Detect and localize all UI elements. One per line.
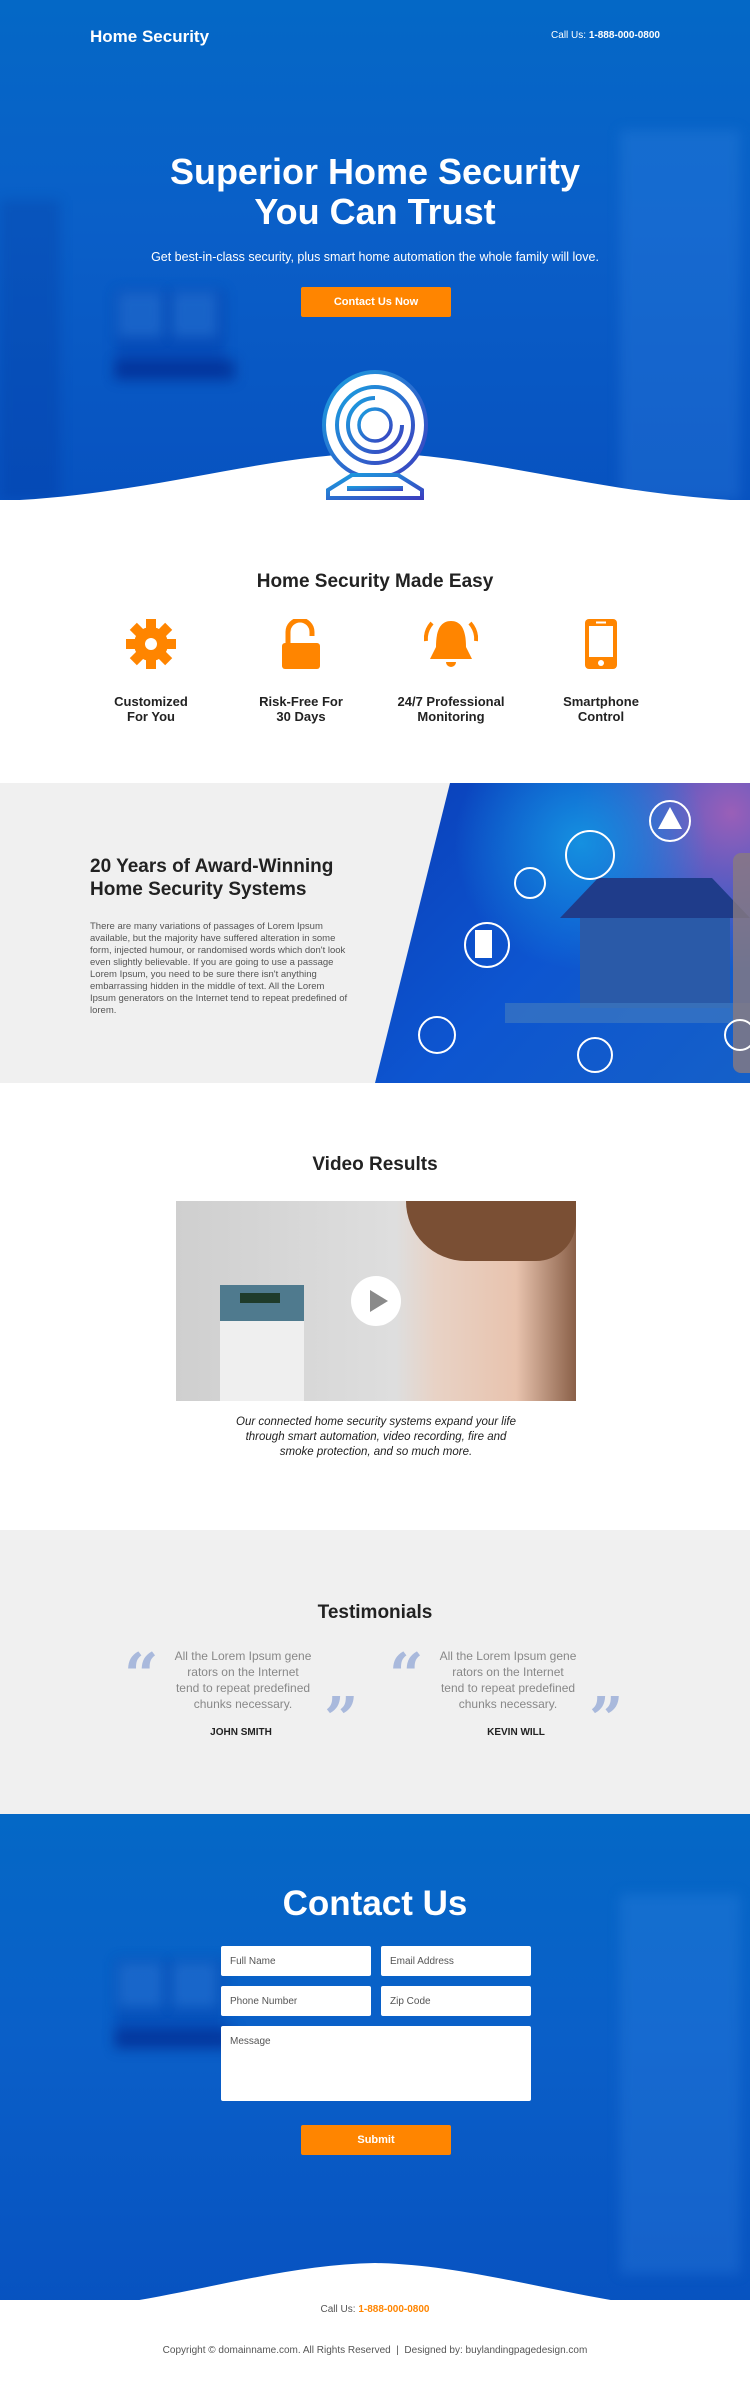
testimonials-title: Testimonials xyxy=(317,1602,433,1623)
phone-number: 1-888-000-0800 xyxy=(588,30,660,41)
footer-phone[interactable]: Call Us: 1-888-000-0800 xyxy=(0,2304,750,2315)
contact-section: Contact Us Full Name Email Address Phone… xyxy=(0,1814,750,2314)
feature-monitoring: 24/7 Professional Monitoring xyxy=(376,619,526,724)
about-section: 20 Years of Award-Winning Home Security … xyxy=(0,783,750,1083)
testimonial-quote: All the Lorem Ipsum gene rators on the I… xyxy=(174,1649,312,1711)
call-label: Call Us: xyxy=(551,30,587,41)
email-input[interactable]: Email Address xyxy=(381,1946,531,1976)
full-name-input[interactable]: Full Name xyxy=(221,1946,371,1976)
hero-title-line1: Superior Home Security xyxy=(169,151,581,192)
about-title-line1: 20 Years of Award-Winning xyxy=(90,856,334,877)
close-quote-icon: ” xyxy=(324,1685,359,1755)
contact-title: Contact Us xyxy=(282,1884,468,1923)
open-quote-icon: “ xyxy=(389,1641,424,1711)
hero-title: Superior Home Security You Can Trust xyxy=(0,152,750,232)
open-quote-icon: “ xyxy=(124,1641,159,1711)
features-section: Home Security Made Easy Customized For Y… xyxy=(0,500,750,783)
hero-section: Home Security Call Us: 1-888-000-0800 Su… xyxy=(0,0,750,500)
phone-input[interactable]: Phone Number xyxy=(221,1986,371,2016)
hero-subtitle: Get best-in-class security, plus smart h… xyxy=(151,250,599,264)
about-title-line2: Home Security Systems xyxy=(90,879,307,900)
copyright: Copyright © domainname.com. All Rights R… xyxy=(162,2345,588,2356)
about-title: 20 Years of Award-Winning Home Security … xyxy=(90,855,333,901)
video-caption: Our connected home security systems expa… xyxy=(236,1416,516,1458)
feature-label: 24/7 Professional Monitoring xyxy=(397,694,505,724)
feature-label: Customized For You xyxy=(114,694,188,724)
feature-customized: Customized For You xyxy=(76,619,226,724)
footer-phone-number: 1-888-000-0800 xyxy=(358,2304,430,2315)
logo[interactable]: Home Security xyxy=(90,27,209,47)
zip-code-input[interactable]: Zip Code xyxy=(381,1986,531,2016)
contact-us-now-button[interactable]: Contact Us Now xyxy=(301,287,451,317)
security-icons-overlay xyxy=(418,800,750,1073)
message-textarea[interactable]: Message xyxy=(221,2026,531,2101)
features-title: Home Security Made Easy xyxy=(256,571,494,592)
play-icon xyxy=(370,1290,388,1312)
submit-button[interactable]: Submit xyxy=(301,2125,451,2155)
bell-icon xyxy=(423,621,479,667)
footer: Call Us: 1-888-000-0800 Copyright © doma… xyxy=(0,2300,750,2389)
feature-label: Smartphone Control xyxy=(563,694,639,724)
call-label: Call Us: xyxy=(320,2304,356,2315)
feature-smartphone: Smartphone Control xyxy=(526,619,676,724)
testimonials-section: Testimonials “ All the Lorem Ipsum gene … xyxy=(0,1530,750,1814)
video-section: Video Results Our connected home securit… xyxy=(0,1083,750,1530)
about-body: There are many variations of passages of… xyxy=(90,921,348,1016)
webcam-icon xyxy=(322,370,428,500)
feature-risk-free: Risk-Free For 30 Days xyxy=(226,617,376,724)
feature-label: Risk-Free For 30 Days xyxy=(259,694,343,724)
smart-home-image xyxy=(375,783,750,1083)
header-phone[interactable]: Call Us: 1-888-000-0800 xyxy=(551,30,660,41)
video-title: Video Results xyxy=(312,1154,438,1175)
close-quote-icon: ” xyxy=(589,1685,624,1755)
testimonial-name: JOHN SMITH xyxy=(210,1727,272,1738)
unlock-icon xyxy=(282,617,320,669)
testimonial-quote: All the Lorem Ipsum gene rators on the I… xyxy=(439,1649,577,1711)
video-player[interactable] xyxy=(176,1201,576,1401)
play-button[interactable] xyxy=(351,1276,401,1326)
hero-title-line2: You Can Trust xyxy=(254,191,496,232)
smartphone-icon xyxy=(585,619,617,669)
gear-icon xyxy=(126,619,176,669)
testimonial-name: KEVIN WILL xyxy=(487,1727,545,1738)
